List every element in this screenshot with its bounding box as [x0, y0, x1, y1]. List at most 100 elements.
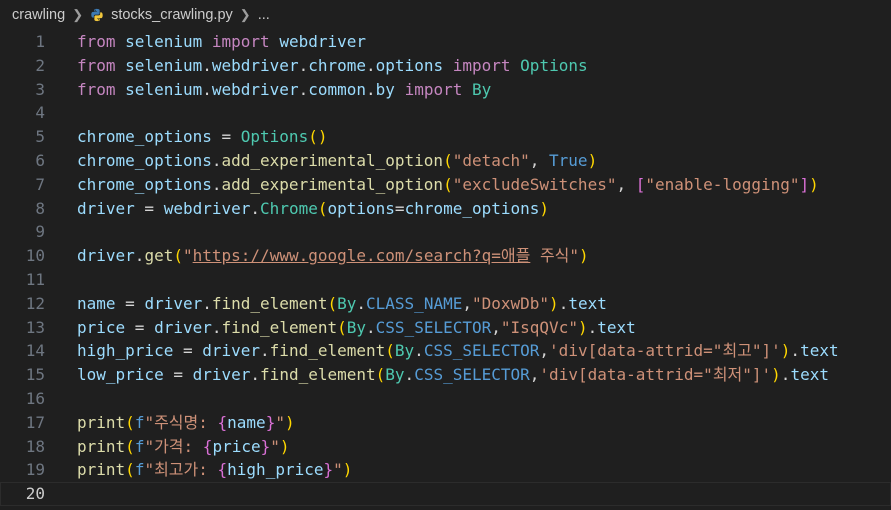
code-token: =: [134, 198, 164, 218]
line-code[interactable]: chrome_options.add_experimental_option("…: [77, 149, 597, 173]
code-line[interactable]: 17 print(f"주식명: {name}"): [0, 411, 891, 435]
code-token: ]: [799, 174, 810, 194]
code-line[interactable]: 2 from selenium.webdriver.chrome.options …: [0, 54, 891, 78]
chevron-right-icon: ❯: [239, 7, 251, 22]
code-token: webdriver: [163, 198, 251, 218]
code-line[interactable]: 15 low_price = driver.find_element(By.CSS…: [0, 363, 891, 387]
line-code[interactable]: from selenium import webdriver: [77, 30, 366, 54]
code-token: ): [579, 246, 589, 266]
code-line[interactable]: 3 from selenium.webdriver.common.by impor…: [0, 78, 891, 102]
code-token: f: [134, 412, 145, 432]
line-number: 12: [25, 293, 45, 313]
breadcrumb-folder[interactable]: crawling: [12, 7, 65, 23]
code-token: find_element: [221, 317, 338, 337]
code-token: find_element: [211, 293, 328, 313]
code-token: ,: [616, 174, 636, 194]
code-token: Options: [520, 55, 588, 75]
line-code[interactable]: driver.get("https://www.google.com/searc…: [77, 244, 589, 268]
code-token: ": [270, 436, 280, 456]
code-token: ): [587, 150, 598, 170]
line-code[interactable]: print(f"가격: {price}"): [77, 435, 290, 459]
line-code[interactable]: from selenium.webdriver.common.by import…: [77, 78, 491, 102]
code-token: .: [260, 341, 270, 361]
code-token: from: [77, 79, 116, 99]
code-line[interactable]: 5 chrome_options = Options(): [0, 125, 891, 149]
code-token: https://www.google.com/search?q=애플: [192, 246, 531, 266]
code-line[interactable]: 6 chrome_options.add_experimental_option(…: [0, 149, 891, 173]
line-number: 19: [25, 460, 45, 480]
code-line[interactable]: 9: [0, 220, 891, 244]
code-token: driver: [77, 246, 135, 266]
code-line[interactable]: 16: [0, 387, 891, 411]
code-line[interactable]: 7 chrome_options.add_experimental_option(…: [0, 173, 891, 197]
code-token: from: [77, 32, 116, 51]
line-code[interactable]: chrome_options.add_experimental_option("…: [77, 173, 819, 197]
code-line[interactable]: 12 name = driver.find_element(By.CLASS_NA…: [0, 292, 891, 316]
code-token: }: [260, 436, 271, 456]
code-token: selenium: [125, 55, 203, 75]
code-token: .: [202, 55, 212, 75]
code-token: "detach": [452, 150, 530, 170]
code-line[interactable]: 13 price = driver.find_element(By.CSS_SEL…: [0, 316, 891, 340]
line-code[interactable]: price = driver.find_element(By.CSS_SELEC…: [77, 316, 636, 340]
code-line[interactable]: 8 driver = webdriver.Chrome(options=chrom…: [0, 197, 891, 221]
code-token: .: [211, 317, 222, 337]
line-code[interactable]: from selenium.webdriver.chrome.options i…: [77, 54, 588, 78]
code-token: name: [227, 412, 266, 432]
breadcrumb-more[interactable]: ...: [258, 7, 270, 23]
line-number: 18: [25, 436, 45, 456]
code-token: .: [366, 317, 376, 337]
code-line[interactable]: 19 print(f"최고가: {high_price}"): [0, 458, 891, 482]
breadcrumb-file[interactable]: stocks_crawling.py: [111, 7, 233, 23]
code-token: text: [597, 317, 636, 337]
code-token: 주식": [530, 246, 580, 266]
code-editor[interactable]: 1 from selenium import webdriver 2 from sel…: [0, 30, 891, 506]
code-line[interactable]: 1 from selenium import webdriver: [0, 30, 891, 54]
code-token: import: [452, 55, 511, 75]
code-line[interactable]: 4: [0, 101, 891, 125]
code-token: True: [549, 150, 588, 170]
code-token: (: [125, 460, 135, 480]
code-token: =: [125, 317, 155, 337]
line-code[interactable]: print(f"최고가: {high_price}"): [77, 458, 352, 482]
code-token: driver: [192, 365, 251, 385]
code-token: .: [298, 55, 309, 75]
code-token: text: [568, 293, 607, 313]
line-code[interactable]: chrome_options = Options(): [77, 125, 327, 149]
code-token: 'div[data-attrid="최저"]': [539, 365, 772, 385]
line-number: 4: [35, 103, 45, 123]
code-token: [: [635, 174, 646, 194]
code-token: "excludeSwitches": [452, 174, 617, 194]
code-token: import: [211, 32, 270, 51]
line-code[interactable]: print(f"주식명: {name}"): [77, 411, 295, 435]
code-line[interactable]: 10 driver.get("https://www.google.com/sea…: [0, 244, 891, 268]
line-code[interactable]: low_price = driver.find_element(By.CSS_S…: [77, 363, 829, 387]
code-token: ): [284, 412, 295, 432]
line-code[interactable]: high_price = driver.find_element(By.CSS_…: [77, 339, 839, 363]
code-token: high_price: [77, 341, 174, 361]
code-token: chrome_options: [77, 127, 212, 147]
code-token: (: [337, 317, 347, 337]
code-token: chrome: [308, 55, 367, 75]
line-code[interactable]: name = driver.find_element(By.CLASS_NAME…: [77, 292, 607, 316]
code-line[interactable]: 14 high_price = driver.find_element(By.CS…: [0, 339, 891, 363]
code-token: .: [790, 341, 801, 361]
code-token: options: [327, 198, 395, 218]
code-token: webdriver: [211, 79, 299, 99]
code-token: "IsqQVc": [500, 317, 578, 337]
code-token: "주식명:: [144, 412, 218, 432]
code-token: .: [211, 150, 222, 170]
code-line[interactable]: 18 print(f"가격: {price}"): [0, 435, 891, 459]
code-line[interactable]: 11: [0, 268, 891, 292]
line-code[interactable]: driver = webdriver.Chrome(options=chrome…: [77, 197, 549, 221]
code-token: high_price: [227, 460, 324, 480]
code-line[interactable]: 20: [0, 482, 891, 506]
code-token: chrome_options: [77, 150, 212, 170]
code-token: (: [125, 412, 135, 432]
code-token: ): [809, 174, 819, 194]
code-token: =: [211, 127, 241, 147]
code-token: ": [275, 412, 285, 432]
